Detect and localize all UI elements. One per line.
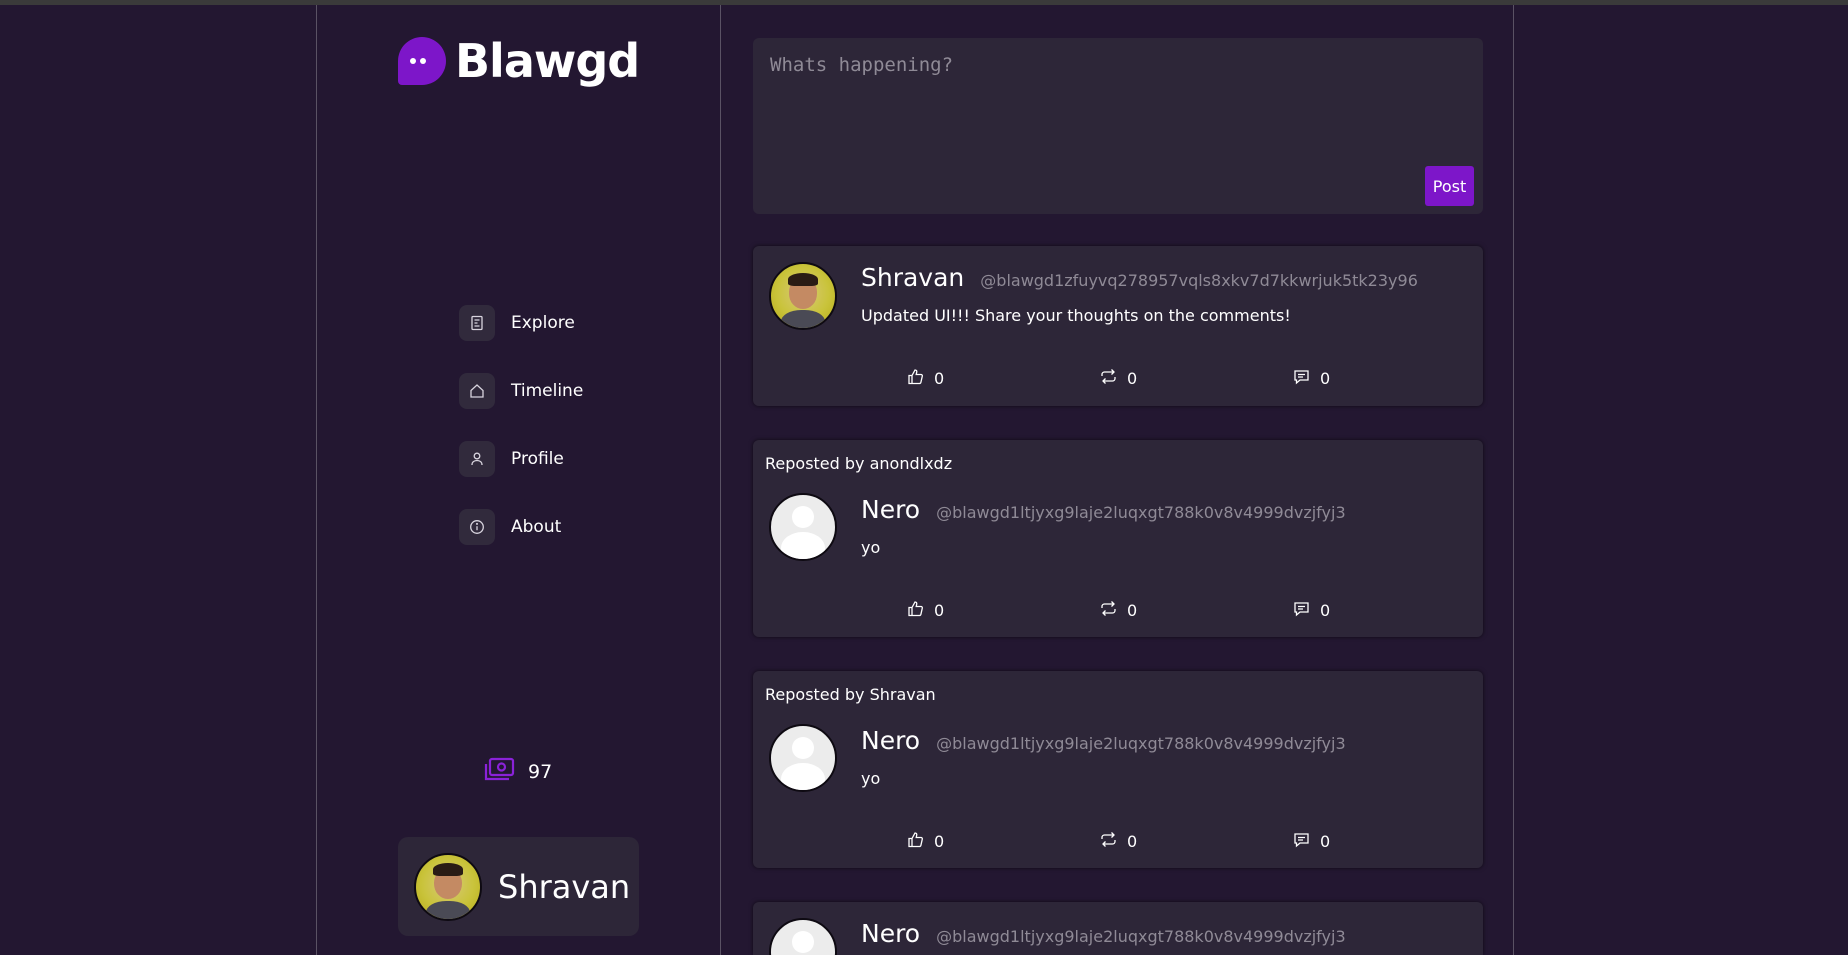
post-author-name[interactable]: Nero bbox=[861, 726, 920, 755]
thumbs-up-icon bbox=[907, 600, 924, 621]
post-button[interactable]: Post bbox=[1425, 166, 1474, 206]
coin-count: 97 bbox=[528, 761, 553, 783]
sidebar-item-label: Explore bbox=[511, 313, 575, 333]
sidebar-item-label: About bbox=[511, 517, 562, 537]
comment-icon bbox=[1293, 368, 1310, 389]
thumbs-up-icon bbox=[907, 831, 924, 852]
repost-count: 0 bbox=[1127, 832, 1138, 851]
app-logo[interactable]: Blawgd bbox=[398, 34, 640, 88]
feed-post: Reposted by anondlxdz Nero @blawgd1ltjyx… bbox=[753, 440, 1483, 637]
sidebar-item-timeline[interactable]: Timeline bbox=[459, 372, 583, 410]
comment-count: 0 bbox=[1320, 832, 1331, 851]
post-text: yo bbox=[861, 769, 881, 788]
info-icon bbox=[459, 509, 495, 545]
like-button[interactable]: 0 bbox=[907, 831, 944, 852]
post-author-name[interactable]: Shravan bbox=[861, 263, 964, 292]
post-composer: Post bbox=[753, 38, 1483, 214]
like-button[interactable]: 0 bbox=[907, 600, 944, 621]
avatar[interactable] bbox=[769, 724, 837, 792]
repost-icon bbox=[1100, 600, 1117, 621]
repost-attribution: Reposted by Shravan bbox=[765, 685, 936, 704]
app-name: Blawgd bbox=[455, 34, 640, 88]
sidebar-item-about[interactable]: About bbox=[459, 508, 583, 546]
repost-icon bbox=[1100, 831, 1117, 852]
current-user-card[interactable]: Shravan bbox=[398, 837, 639, 936]
repost-button[interactable]: 0 bbox=[1100, 831, 1137, 852]
like-count: 0 bbox=[934, 369, 945, 388]
sidebar-item-label: Profile bbox=[511, 449, 564, 469]
post-text: yo bbox=[861, 538, 881, 557]
post-text: Updated UI!!! Share your thoughts on the… bbox=[861, 306, 1291, 325]
post-author-name[interactable]: Nero bbox=[861, 495, 920, 524]
comment-button[interactable]: 0 bbox=[1293, 831, 1330, 852]
sidebar-item-explore[interactable]: Explore bbox=[459, 304, 583, 342]
comment-icon bbox=[1293, 600, 1310, 621]
comment-count: 0 bbox=[1320, 369, 1331, 388]
coin-balance: 97 bbox=[484, 756, 552, 788]
repost-attribution: Reposted by anondlxdz bbox=[765, 454, 953, 473]
compose-textarea[interactable] bbox=[768, 52, 1462, 156]
avatar[interactable] bbox=[769, 493, 837, 561]
comment-count: 0 bbox=[1320, 601, 1331, 620]
chat-bubble-logo-icon bbox=[398, 37, 446, 85]
comment-icon bbox=[1293, 831, 1310, 852]
explore-icon bbox=[459, 305, 495, 341]
comment-button[interactable]: 0 bbox=[1293, 600, 1330, 621]
post-author-name[interactable]: Nero bbox=[861, 919, 920, 948]
current-user-name: Shravan bbox=[498, 867, 631, 906]
repost-count: 0 bbox=[1127, 369, 1138, 388]
like-button[interactable]: 0 bbox=[907, 368, 944, 389]
post-author-handle[interactable]: @blawgd1ltjyxg9laje2luqxgt788k0v8v4999dv… bbox=[936, 927, 1346, 946]
repost-count: 0 bbox=[1127, 601, 1138, 620]
sidebar-item-label: Timeline bbox=[511, 381, 584, 401]
sidebar-nav: Explore Timeline Profile About bbox=[459, 304, 583, 576]
avatar bbox=[414, 852, 482, 921]
comment-button[interactable]: 0 bbox=[1293, 368, 1330, 389]
avatar[interactable] bbox=[769, 262, 837, 330]
sidebar-item-profile[interactable]: Profile bbox=[459, 440, 583, 478]
repost-button[interactable]: 0 bbox=[1100, 600, 1137, 621]
home-icon bbox=[459, 373, 495, 409]
money-icon bbox=[484, 756, 516, 788]
like-count: 0 bbox=[934, 832, 945, 851]
like-count: 0 bbox=[934, 601, 945, 620]
post-author-handle[interactable]: @blawgd1ltjyxg9laje2luqxgt788k0v8v4999dv… bbox=[936, 734, 1346, 753]
thumbs-up-icon bbox=[907, 368, 924, 389]
repost-icon bbox=[1100, 368, 1117, 389]
avatar[interactable] bbox=[769, 918, 837, 955]
feed-post: Nero @blawgd1ltjyxg9laje2luqxgt788k0v8v4… bbox=[753, 902, 1483, 955]
feed-post: Reposted by Shravan Nero @blawgd1ltjyxg9… bbox=[753, 671, 1483, 868]
feed-post: Shravan @blawgd1zfuyvq278957vqls8xkv7d7k… bbox=[753, 246, 1483, 406]
repost-button[interactable]: 0 bbox=[1100, 368, 1137, 389]
post-author-handle[interactable]: @blawgd1zfuyvq278957vqls8xkv7d7kkwrjuk5t… bbox=[980, 271, 1418, 290]
post-author-handle[interactable]: @blawgd1ltjyxg9laje2luqxgt788k0v8v4999dv… bbox=[936, 503, 1346, 522]
column-divider bbox=[720, 5, 721, 955]
user-icon bbox=[459, 441, 495, 477]
